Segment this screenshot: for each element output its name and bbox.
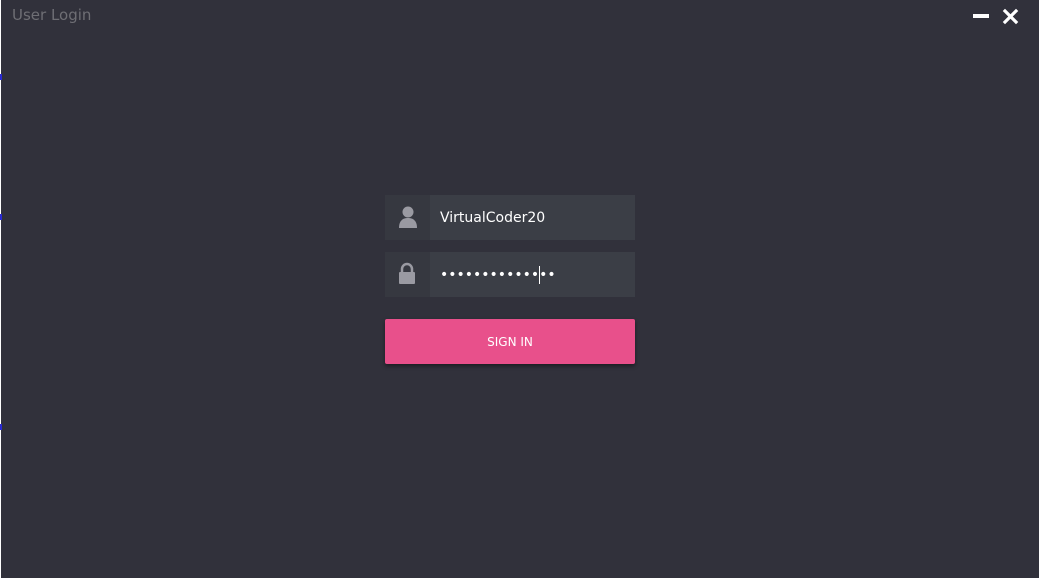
password-input[interactable] <box>430 252 625 297</box>
minimize-icon <box>973 14 989 18</box>
user-icon <box>399 206 417 228</box>
username-input[interactable] <box>430 195 625 240</box>
edge-artifact <box>0 424 2 430</box>
edge-artifact <box>0 214 2 220</box>
window-edge <box>1039 0 1044 580</box>
close-icon <box>1002 8 1019 25</box>
text-cursor <box>539 266 540 284</box>
password-field <box>385 252 635 297</box>
edge-artifact <box>0 74 2 80</box>
password-icon-box <box>385 252 430 297</box>
username-icon-box <box>385 195 430 240</box>
minimize-button[interactable] <box>970 6 992 26</box>
username-field <box>385 195 635 240</box>
close-button[interactable] <box>1000 6 1022 28</box>
sign-in-button[interactable]: SIGN IN <box>385 319 635 364</box>
window-title: User Login <box>12 6 92 24</box>
lock-icon <box>399 262 415 284</box>
